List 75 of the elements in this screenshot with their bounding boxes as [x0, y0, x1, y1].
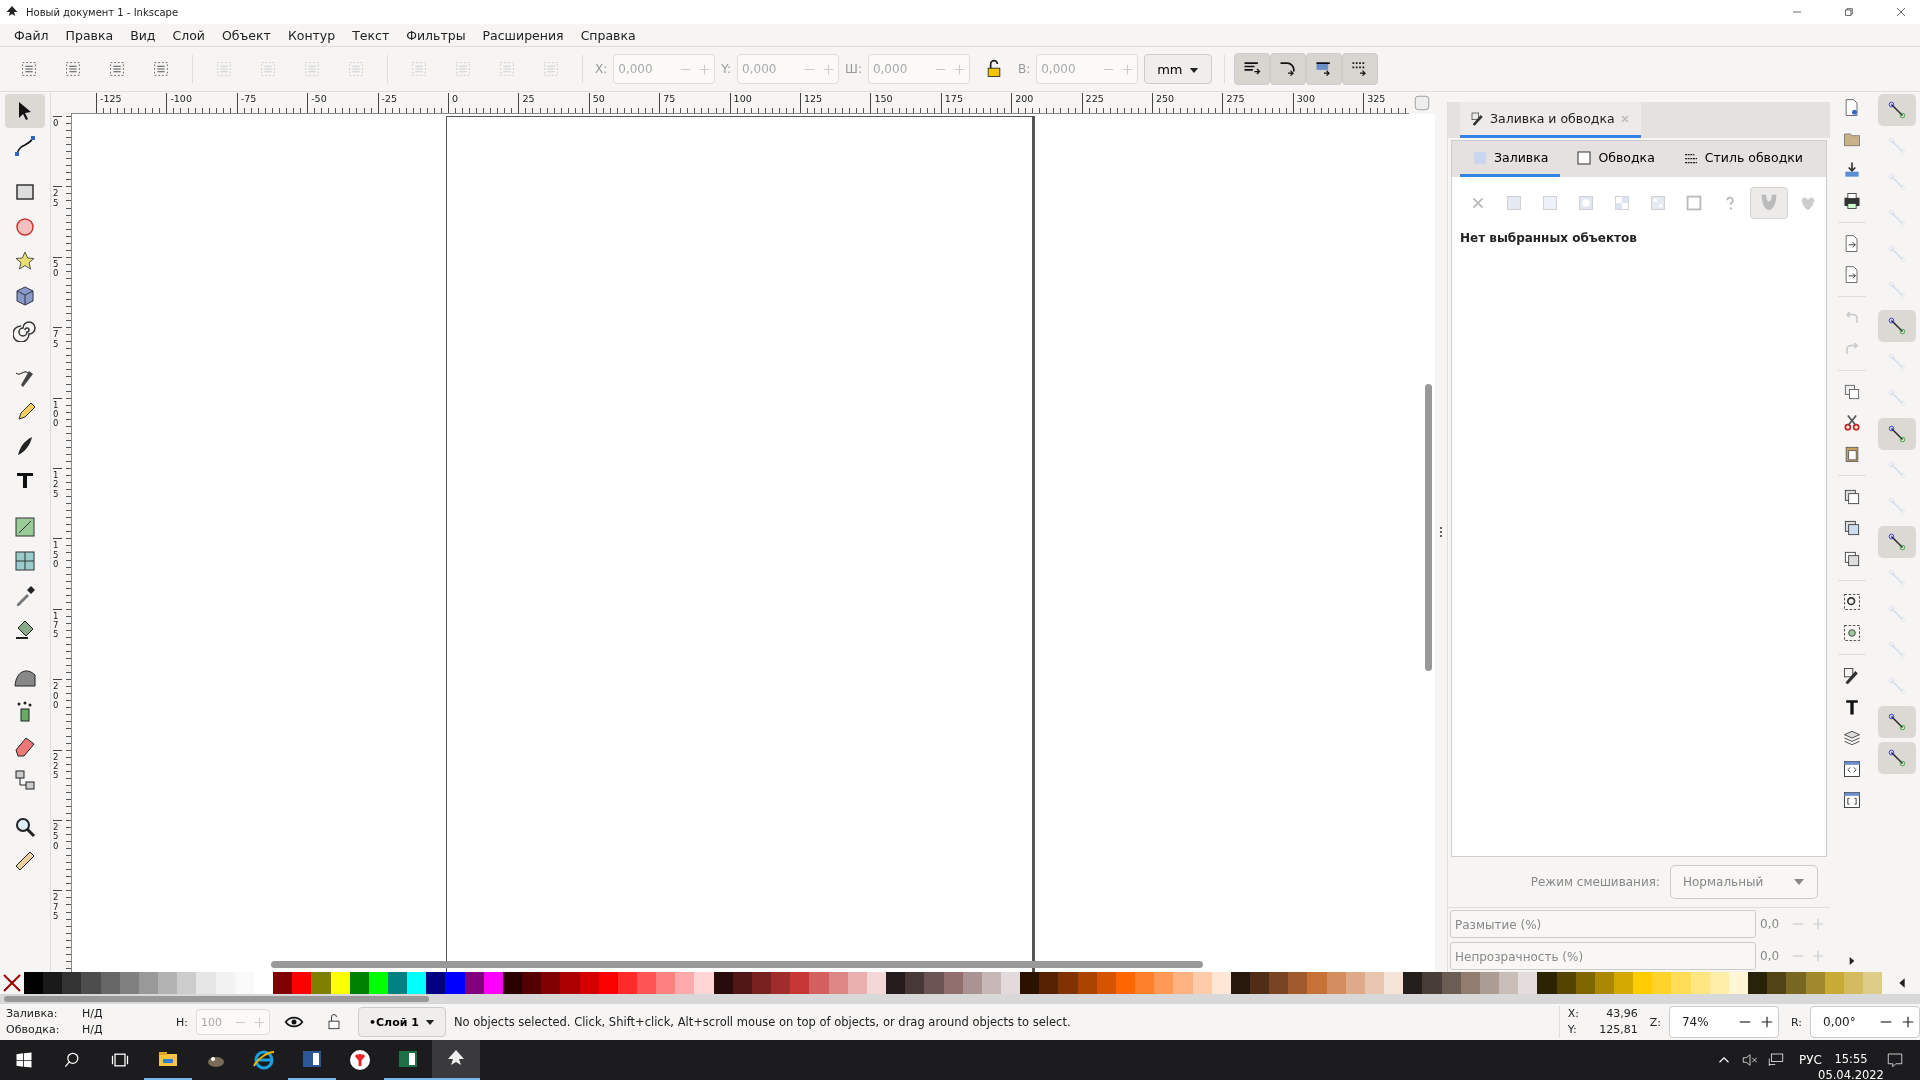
- opacity-label: H:: [176, 1015, 188, 1029]
- menu-item[interactable]: Справка: [572, 25, 644, 45]
- status-message: No objects selected. Click, Shift+click, Alt+scroll mouse on top of objects, or drag around objects to select.: [453, 1015, 1071, 1029]
- ruler-label: 125: [800, 93, 823, 113]
- ruler-label: -50: [307, 93, 327, 113]
- ruler-label: 150: [53, 538, 62, 570]
- fill-label: Заливка:: [6, 1006, 59, 1022]
- slider-field[interactable]: Размытие (%): [1450, 910, 1756, 938]
- ruler-label: 100: [53, 397, 62, 429]
- y-value: 125,81: [1598, 1022, 1638, 1038]
- blend-label: Режим смешивания:: [1530, 875, 1660, 889]
- ruler-label: 75: [659, 93, 676, 113]
- y-label: Y:: [1567, 1022, 1578, 1038]
- dialog-tab[interactable]: Заливка и обводка: [1460, 102, 1641, 138]
- slider-value: 0,0: [1759, 949, 1781, 963]
- ruler-label: -125: [96, 93, 122, 113]
- zoom-field[interactable]: 74%: [1669, 1006, 1779, 1038]
- x-value: 43,96: [1605, 1006, 1638, 1022]
- ruler-label: 50: [53, 256, 62, 279]
- ruler-label: -75: [236, 93, 257, 113]
- menu-item[interactable]: Объект: [213, 25, 279, 45]
- menu-item[interactable]: Контур: [279, 25, 344, 45]
- ruler-label: 250: [53, 820, 62, 852]
- menu-item[interactable]: Правка: [57, 25, 122, 45]
- field-label: Y:: [721, 62, 732, 76]
- zoom-label: Z:: [1649, 1015, 1661, 1029]
- fill-value: Н/Д: [82, 1006, 104, 1022]
- ruler-label: 100: [729, 93, 752, 113]
- ruler-label: 325: [1363, 93, 1386, 113]
- tab-label[interactable]: Заливка и обводка: [1490, 111, 1615, 126]
- ruler-label: 175: [53, 608, 62, 640]
- clock-date[interactable]: 05.04.2022: [1818, 1067, 1884, 1080]
- field-label: Ш:: [845, 62, 862, 76]
- ruler-label: 125: [53, 468, 62, 500]
- stroke-label: Обводка:: [6, 1022, 61, 1038]
- ruler-label: 50: [588, 93, 605, 113]
- ruler-label: 300: [1292, 93, 1315, 113]
- ruler-label: 275: [53, 890, 62, 922]
- ruler-label: 225: [1081, 93, 1104, 113]
- layer-dropdown[interactable]: •Слой 1: [358, 1007, 446, 1037]
- stroke-value: Н/Д: [82, 1022, 104, 1038]
- ruler-label: -100: [166, 93, 192, 113]
- ruler-label: 150: [870, 93, 893, 113]
- field-label: В:: [1017, 62, 1031, 76]
- menu-item[interactable]: Файл: [6, 25, 57, 45]
- field-label: X:: [595, 62, 608, 76]
- ruler-label: 0: [448, 93, 459, 113]
- ruler-label: 25: [518, 93, 535, 113]
- ruler-label: 75: [53, 327, 62, 349]
- rotation-label: R:: [1791, 1015, 1802, 1029]
- unit-dropdown[interactable]: mm: [1144, 54, 1212, 84]
- menu-item[interactable]: Слой: [164, 25, 213, 45]
- ruler-label: 275: [1222, 93, 1245, 113]
- ruler-label: 175: [940, 93, 963, 113]
- paint-tab[interactable]: Стиль обводки: [1670, 141, 1815, 177]
- rotation-field[interactable]: 0,00°: [1810, 1006, 1920, 1038]
- paint-tab[interactable]: Заливка: [1460, 141, 1561, 177]
- status-message: Нет выбранных объектов: [1459, 230, 1638, 247]
- slider-value: 0,0: [1759, 917, 1781, 931]
- ruler-label: -25: [377, 93, 398, 113]
- menu-item[interactable]: Расширения: [474, 25, 572, 45]
- ruler-label: 0: [53, 116, 62, 129]
- ruler-label: 25: [53, 186, 62, 209]
- ruler-label: 225: [53, 749, 62, 781]
- menu-item[interactable]: Текст: [344, 25, 398, 45]
- ruler-label: 250: [1152, 93, 1175, 113]
- menu-item[interactable]: Вид: [122, 25, 164, 45]
- clock-time[interactable]: 15:55: [1834, 1051, 1868, 1067]
- menu-item[interactable]: Фильтры: [398, 25, 474, 45]
- paint-tab[interactable]: Обводка: [1564, 141, 1667, 177]
- ruler-label: 200: [1011, 93, 1034, 113]
- window-title: Новый документ 1 - Inkscape: [26, 6, 179, 18]
- language-indicator[interactable]: РУС: [1799, 1053, 1822, 1067]
- ruler-label: 200: [53, 679, 62, 711]
- x-label: X:: [1567, 1006, 1580, 1022]
